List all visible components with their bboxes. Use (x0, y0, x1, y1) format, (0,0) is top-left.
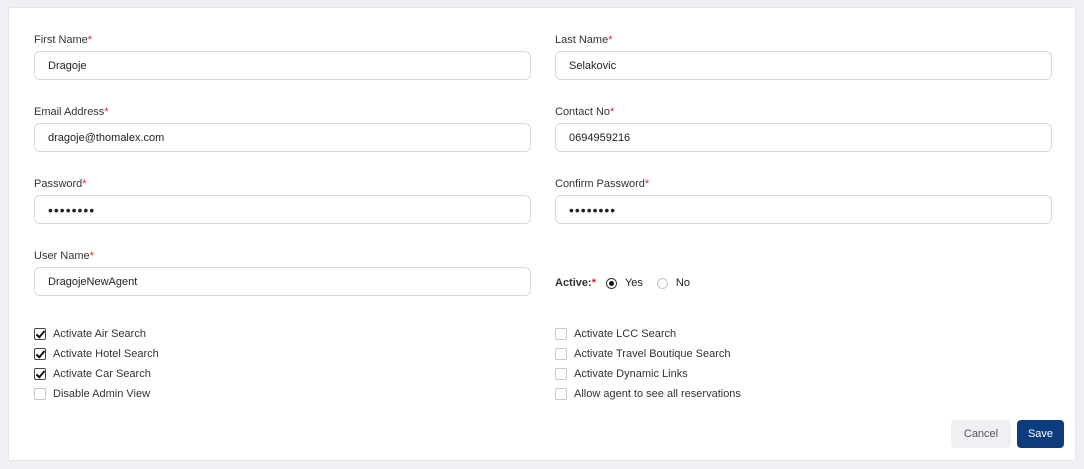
last-name-input[interactable] (555, 51, 1052, 80)
checkbox-label: Disable Admin View (53, 388, 151, 400)
checkbox-label: Activate Air Search (53, 328, 146, 340)
email-label: Email Address* (34, 106, 109, 118)
checkbox-unchecked-icon (34, 388, 46, 400)
password-field: Password* (34, 177, 531, 224)
checkbox-dynamic-links[interactable]: Activate Dynamic Links (555, 364, 741, 384)
checkbox-unchecked-icon (555, 388, 567, 400)
checkbox-label: Activate Hotel Search (53, 348, 159, 360)
confirm-password-input[interactable] (555, 195, 1052, 224)
first-name-field: First Name* (34, 33, 531, 80)
password-input[interactable] (34, 195, 531, 224)
active-yes-radio[interactable]: Yes (605, 277, 643, 289)
user-form-card: First Name* Last Name* Email Address* Co… (8, 7, 1076, 461)
checkbox-label: Activate Car Search (53, 368, 151, 380)
checkbox-label: Activate LCC Search (574, 328, 677, 340)
contact-input[interactable] (555, 123, 1052, 152)
checkbox-unchecked-icon (555, 348, 567, 360)
username-input[interactable] (34, 267, 531, 296)
checkbox-label: Activate Dynamic Links (574, 368, 688, 380)
first-name-input[interactable] (34, 51, 531, 80)
checkbox-disable-admin-view[interactable]: Disable Admin View (34, 384, 159, 404)
email-field: Email Address* (34, 105, 531, 152)
active-label: Active:* (555, 277, 596, 289)
checkbox-see-all-reservations[interactable]: Allow agent to see all reservations (555, 384, 741, 404)
email-input[interactable] (34, 123, 531, 152)
radio-selected-icon (605, 277, 617, 289)
first-name-label: First Name* (34, 34, 93, 46)
checkbox-checked-icon (34, 328, 46, 340)
checkbox-label: Activate Travel Boutique Search (574, 348, 731, 360)
checkbox-label: Allow agent to see all reservations (574, 388, 741, 400)
active-no-label: No (675, 277, 690, 289)
contact-label: Contact No* (555, 106, 615, 118)
username-field: User Name* (34, 249, 531, 296)
checkbox-unchecked-icon (555, 328, 567, 340)
right-checkbox-list: Activate LCC Search Activate Travel Bout… (555, 324, 741, 404)
confirm-password-label: Confirm Password* (555, 178, 650, 190)
checkbox-air-search[interactable]: Activate Air Search (34, 324, 159, 344)
checkbox-checked-icon (34, 348, 46, 360)
left-checkbox-list: Activate Air Search Activate Hotel Searc… (34, 324, 159, 404)
save-button[interactable]: Save (1017, 420, 1064, 448)
checkbox-lcc-search[interactable]: Activate LCC Search (555, 324, 741, 344)
checkbox-unchecked-icon (555, 368, 567, 380)
active-no-radio[interactable]: No (656, 277, 690, 289)
username-label: User Name* (34, 250, 94, 262)
last-name-field: Last Name* (555, 33, 1052, 80)
active-yes-label: Yes (624, 277, 643, 289)
checkbox-car-search[interactable]: Activate Car Search (34, 364, 159, 384)
checkbox-hotel-search[interactable]: Activate Hotel Search (34, 344, 159, 364)
radio-unselected-icon (656, 277, 668, 289)
cancel-button[interactable]: Cancel (951, 420, 1011, 448)
checkbox-checked-icon (34, 368, 46, 380)
active-radio-group: Active:* Yes No (555, 275, 704, 291)
confirm-password-field: Confirm Password* (555, 177, 1052, 224)
contact-field: Contact No* (555, 105, 1052, 152)
password-label: Password* (34, 178, 87, 190)
last-name-label: Last Name* (555, 34, 613, 46)
checkbox-travel-boutique-search[interactable]: Activate Travel Boutique Search (555, 344, 741, 364)
